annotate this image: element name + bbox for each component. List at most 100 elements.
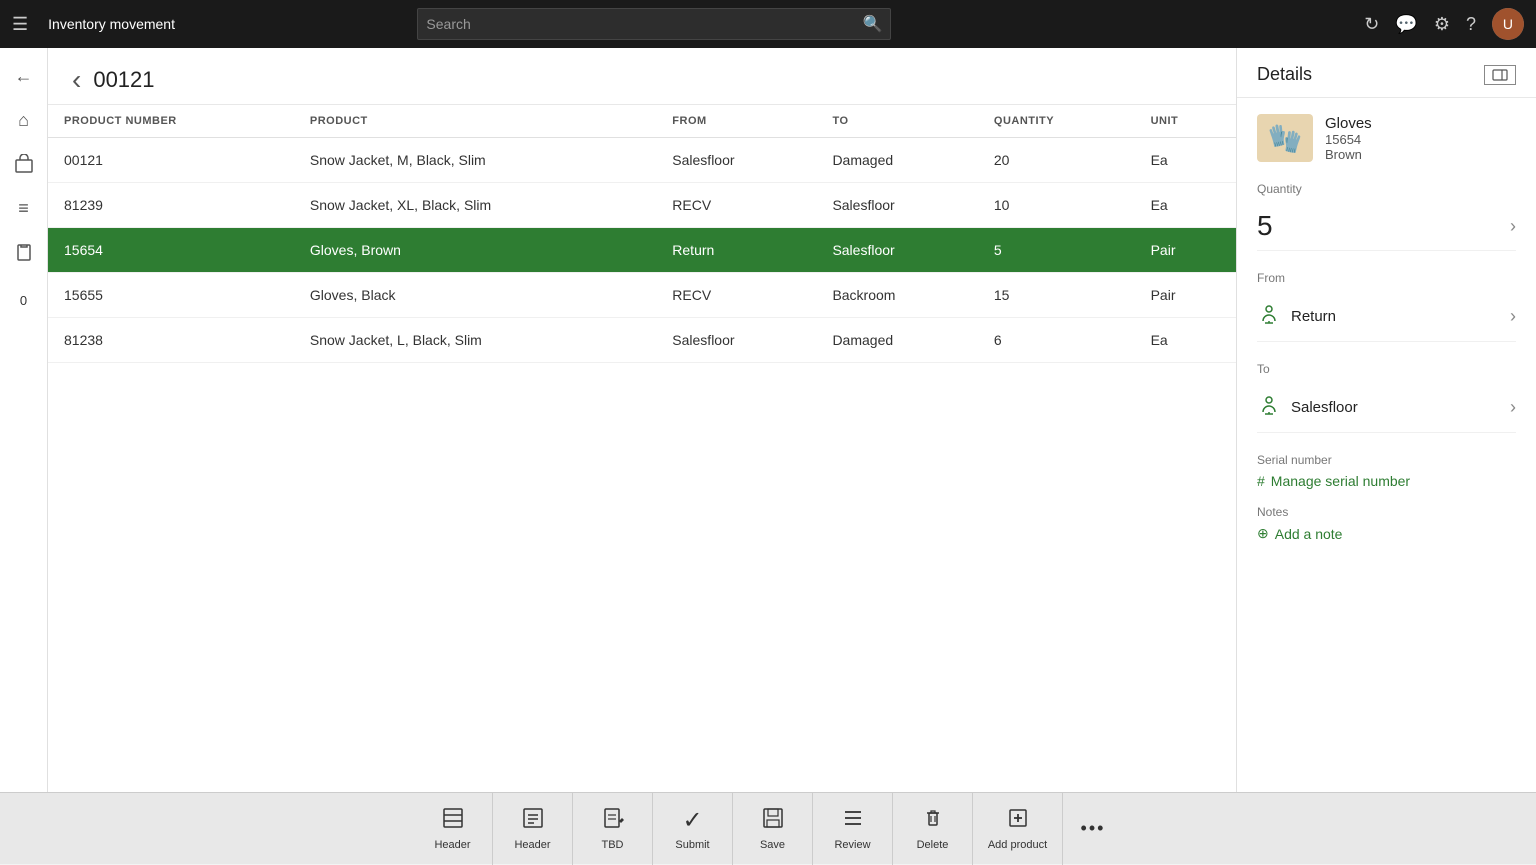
table-cell: Ea [1135, 183, 1236, 228]
to-chevron-icon: › [1510, 397, 1516, 418]
sidebar-home-icon[interactable]: ⌂ [4, 100, 44, 140]
table-cell: Ea [1135, 318, 1236, 363]
to-section: To Salesfloor › [1257, 362, 1516, 433]
to-label: To [1257, 362, 1516, 376]
table-cell: Snow Jacket, M, Black, Slim [294, 138, 656, 183]
settings-icon[interactable]: ⚙ [1434, 14, 1450, 35]
from-label: From [1257, 271, 1516, 285]
table-cell: Damaged [816, 318, 977, 363]
search-bar: 🔍 [417, 8, 891, 40]
product-name: Gloves [1325, 115, 1372, 132]
toolbar-save-button[interactable]: Save [733, 793, 813, 865]
table-row[interactable]: 81238Snow Jacket, L, Black, SlimSalesflo… [48, 318, 1236, 363]
from-location-row[interactable]: Return › [1257, 291, 1516, 342]
sidebar-menu-icon[interactable]: ≡ [4, 188, 44, 228]
table-container: PRODUCT NUMBER PRODUCT FROM TO QUANTITY … [48, 105, 1236, 792]
toolbar-submit-button[interactable]: ✓ Submit [653, 793, 733, 865]
add-note-icon: ⊕ [1257, 525, 1269, 542]
toolbar-tbd-button[interactable]: TBD [573, 793, 653, 865]
details-header: Details [1237, 48, 1536, 98]
sidebar-clipboard-icon[interactable] [4, 232, 44, 272]
bottom-toolbar: Header Header TBD ✓ Submit [0, 792, 1536, 864]
toolbar-tbd-label: TBD [602, 839, 624, 851]
table-cell: Salesfloor [816, 183, 977, 228]
quantity-row[interactable]: 5 › [1257, 202, 1516, 251]
serial-number-label: Serial number [1257, 453, 1516, 467]
manage-serial-number-link[interactable]: # Manage serial number [1257, 473, 1516, 489]
notes-label: Notes [1257, 505, 1516, 519]
table-cell: 6 [978, 318, 1135, 363]
details-title: Details [1257, 64, 1312, 85]
toolbar-header1-label: Header [434, 839, 470, 851]
from-chevron-icon: › [1510, 306, 1516, 327]
app-title: Inventory movement [48, 16, 175, 32]
toolbar-delete-label: Delete [917, 839, 949, 851]
table-row[interactable]: 15655Gloves, BlackRECVBackroom15Pair [48, 273, 1236, 318]
table-cell: Salesfloor [816, 228, 977, 273]
chat-icon[interactable]: 💬 [1395, 14, 1417, 35]
sidebar-badge-zero: 0 [4, 280, 44, 320]
table-cell: 15655 [48, 273, 294, 318]
sidebar: ← ⌂ ≡ 0 [0, 48, 48, 792]
add-note-button[interactable]: ⊕ Add a note [1257, 525, 1516, 542]
toolbar-add-product-icon [1007, 807, 1029, 835]
hamburger-icon[interactable]: ☰ [12, 14, 28, 35]
from-section: From Return › [1257, 271, 1516, 342]
col-from: FROM [656, 105, 816, 138]
page-title: 00121 [93, 67, 154, 93]
top-bar: ☰ Inventory movement 🔍 ↻ 💬 ⚙ ? U [0, 0, 1536, 48]
table-cell: Backroom [816, 273, 977, 318]
details-panel: Details 🧤 Gloves 15654 Brown Quant [1236, 48, 1536, 792]
refresh-icon[interactable]: ↻ [1364, 14, 1379, 35]
content-area: ‹ 00121 PRODUCT NUMBER PRODUCT FROM TO Q… [48, 48, 1236, 792]
table-row[interactable]: 81239Snow Jacket, XL, Black, SlimRECVSal… [48, 183, 1236, 228]
toolbar-save-icon [762, 807, 784, 835]
table-cell: 00121 [48, 138, 294, 183]
sidebar-box-icon[interactable] [4, 144, 44, 184]
table-cell: 5 [978, 228, 1135, 273]
toolbar-submit-label: Submit [675, 839, 709, 851]
col-to: TO [816, 105, 977, 138]
toolbar-delete-button[interactable]: Delete [893, 793, 973, 865]
table-row[interactable]: 15654Gloves, BrownReturnSalesfloor5Pair [48, 228, 1236, 273]
table-cell: 15654 [48, 228, 294, 273]
search-input[interactable] [426, 16, 862, 32]
from-location-text: Return [1291, 308, 1336, 325]
toolbar-header2-button[interactable]: Header [493, 793, 573, 865]
product-color: Brown [1325, 147, 1372, 162]
table-cell: 81239 [48, 183, 294, 228]
toolbar-review-icon [842, 807, 864, 835]
details-expand-button[interactable] [1484, 65, 1516, 85]
table-cell: Return [656, 228, 816, 273]
toolbar-review-button[interactable]: Review [813, 793, 893, 865]
sidebar-back-icon[interactable]: ← [4, 56, 44, 96]
table-cell: Snow Jacket, L, Black, Slim [294, 318, 656, 363]
table-cell: Salesfloor [656, 138, 816, 183]
toolbar-header1-icon [442, 807, 464, 835]
search-icon[interactable]: 🔍 [863, 14, 883, 34]
avatar[interactable]: U [1492, 8, 1524, 40]
table-cell: RECV [656, 273, 816, 318]
table-row[interactable]: 00121Snow Jacket, M, Black, SlimSalesflo… [48, 138, 1236, 183]
table-cell: Ea [1135, 138, 1236, 183]
table-cell: Salesfloor [656, 318, 816, 363]
toolbar-add-product-button[interactable]: Add product [973, 793, 1063, 865]
serial-number-section: Serial number # Manage serial number [1257, 453, 1516, 489]
main-layout: ← ⌂ ≡ 0 ‹ 00121 [0, 48, 1536, 792]
page-back-button[interactable]: ‹ [72, 64, 81, 96]
help-icon[interactable]: ? [1466, 14, 1476, 35]
product-card: 🧤 Gloves 15654 Brown [1257, 114, 1516, 162]
to-location-text: Salesfloor [1291, 399, 1358, 416]
toolbar-delete-icon [922, 807, 944, 835]
toolbar-more-button[interactable]: ••• [1063, 793, 1123, 865]
hash-icon: # [1257, 473, 1265, 489]
product-id: 15654 [1325, 132, 1372, 147]
table-cell: Pair [1135, 273, 1236, 318]
toolbar-header1-button[interactable]: Header [413, 793, 493, 865]
col-quantity: QUANTITY [978, 105, 1135, 138]
to-location-row[interactable]: Salesfloor › [1257, 382, 1516, 433]
quantity-label: Quantity [1257, 182, 1516, 196]
quantity-chevron-icon: › [1510, 216, 1516, 237]
from-location-icon [1257, 301, 1281, 331]
toolbar-tbd-icon [602, 807, 624, 835]
